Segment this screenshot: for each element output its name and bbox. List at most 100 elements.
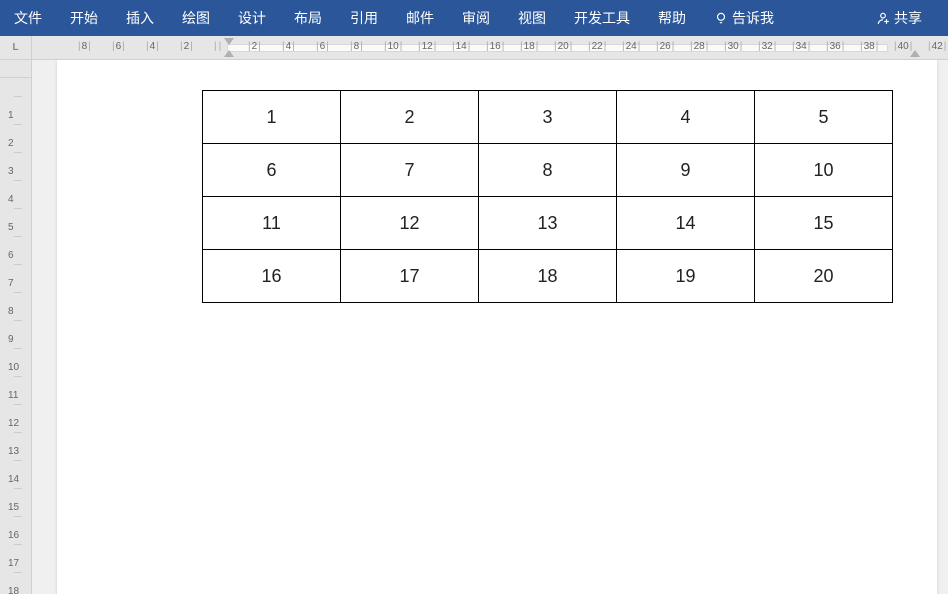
ruler-v-tick: 13: [8, 446, 19, 457]
ruler-v-tick: 1: [8, 110, 14, 121]
lightbulb-icon: [714, 11, 728, 25]
ruler-h-tick: 38: [860, 41, 878, 52]
ruler-v-dash: [14, 208, 22, 209]
ruler-v-tick: 9: [8, 334, 14, 345]
table-cell[interactable]: 7: [341, 144, 479, 197]
ruler-h-tick: 28: [690, 41, 708, 52]
ruler-h-tick: 42: [928, 41, 946, 52]
menu-label: 开始: [70, 8, 98, 28]
menu-label: 文件: [14, 8, 42, 28]
first-line-indent-marker[interactable]: [224, 38, 234, 45]
ruler-h-tick: 6: [316, 41, 329, 52]
table-cell[interactable]: 8: [479, 144, 617, 197]
table-cell[interactable]: 20: [755, 250, 893, 303]
table-cell[interactable]: 18: [479, 250, 617, 303]
ruler-v-dash: [14, 348, 22, 349]
table-cell[interactable]: 15: [755, 197, 893, 250]
share-icon: [876, 11, 890, 25]
menu-label: 审阅: [462, 8, 490, 28]
menu-home[interactable]: 开始: [56, 0, 112, 36]
table-cell[interactable]: 6: [203, 144, 341, 197]
ruler-h-tick: 16: [486, 41, 504, 52]
ruler-h-tick: 14: [452, 41, 470, 52]
table-row: 12345: [203, 91, 893, 144]
menu-label: 视图: [518, 8, 546, 28]
ruler-h-tick: 18: [520, 41, 538, 52]
ruler-v-tick: 16: [8, 530, 19, 541]
ruler-h-tick: 8: [350, 41, 363, 52]
table-row: 678910: [203, 144, 893, 197]
ruler-v-dash: [14, 264, 22, 265]
menu-help[interactable]: 帮助: [644, 0, 700, 36]
ruler-h-tick: 4: [282, 41, 295, 52]
ruler-v-dash: [14, 320, 22, 321]
ruler-v-tick: 14: [8, 474, 19, 485]
table-cell[interactable]: 3: [479, 91, 617, 144]
table-cell[interactable]: 4: [617, 91, 755, 144]
hanging-indent-marker[interactable]: [224, 50, 234, 57]
menu-review[interactable]: 审阅: [448, 0, 504, 36]
ruler-v-tick: 7: [8, 278, 14, 289]
ruler-v-tick: 2: [8, 138, 14, 149]
ruler-h-tick: [214, 41, 221, 52]
ruler-v-tick: 12: [8, 418, 19, 429]
table-cell[interactable]: 12: [341, 197, 479, 250]
ruler-h-tick: 34: [792, 41, 810, 52]
menu-file[interactable]: 文件: [0, 0, 56, 36]
main-area: 12345678910111213141516171819 1234567891…: [0, 60, 948, 594]
table-row: 1112131415: [203, 197, 893, 250]
table-cell[interactable]: 19: [617, 250, 755, 303]
ruler-v-dash: [14, 460, 22, 461]
menu-view[interactable]: 视图: [504, 0, 560, 36]
vertical-ruler[interactable]: 12345678910111213141516171819: [0, 60, 32, 594]
page-surface[interactable]: 1234567891011121314151617181920: [32, 60, 948, 594]
ruler-v-dash: [14, 544, 22, 545]
ruler-v-tick: 11: [8, 390, 18, 401]
ruler-v-tick: 3: [8, 166, 14, 177]
ruler-v-dash: [14, 432, 22, 433]
menu-label: 插入: [126, 8, 154, 28]
document-page[interactable]: 1234567891011121314151617181920: [57, 60, 937, 594]
table-cell[interactable]: 1: [203, 91, 341, 144]
menu-mailings[interactable]: 邮件: [392, 0, 448, 36]
ruler-v-tick: 4: [8, 194, 14, 205]
ruler-v-tick: 15: [8, 502, 19, 513]
ruler-h-tick: 24: [622, 41, 640, 52]
ruler-v-dash: [14, 404, 22, 405]
menu-developer[interactable]: 开发工具: [560, 0, 644, 36]
ruler-v-tick: 8: [8, 306, 14, 317]
menu-bar: 文件 开始 插入 绘图 设计 布局 引用 邮件 审阅 视图 开发工具 帮助 告诉…: [0, 0, 948, 36]
menu-tell-me[interactable]: 告诉我: [700, 0, 788, 36]
ruler-v-dash: [14, 124, 22, 125]
menu-references[interactable]: 引用: [336, 0, 392, 36]
horizontal-ruler[interactable]: 8642246810121416182022242628303234363840…: [32, 36, 948, 60]
menu-design[interactable]: 设计: [224, 0, 280, 36]
table-cell[interactable]: 13: [479, 197, 617, 250]
ruler-v-corner: [0, 60, 31, 78]
ruler-h-tick: 2: [248, 41, 261, 52]
table-cell[interactable]: 10: [755, 144, 893, 197]
table-cell[interactable]: 9: [617, 144, 755, 197]
menu-label: 布局: [294, 8, 322, 28]
menu-draw[interactable]: 绘图: [168, 0, 224, 36]
share-button[interactable]: 共享: [862, 0, 936, 36]
document-table[interactable]: 1234567891011121314151617181920: [202, 90, 893, 303]
table-cell[interactable]: 2: [341, 91, 479, 144]
ruler-v-tick: 6: [8, 250, 14, 261]
ruler-v-dash: [14, 572, 22, 573]
ruler-h-tick: 2: [180, 41, 193, 52]
ruler-h-tick: 36: [826, 41, 844, 52]
table-cell[interactable]: 11: [203, 197, 341, 250]
menu-layout[interactable]: 布局: [280, 0, 336, 36]
table-cell[interactable]: 14: [617, 197, 755, 250]
ruler-v-dash: [14, 376, 22, 377]
menu-insert[interactable]: 插入: [112, 0, 168, 36]
table-cell[interactable]: 5: [755, 91, 893, 144]
table-cell[interactable]: 17: [341, 250, 479, 303]
table-cell[interactable]: 16: [203, 250, 341, 303]
menu-label: 告诉我: [732, 8, 774, 28]
ruler-v-dash: [14, 236, 22, 237]
ruler-v-tick: 5: [8, 222, 14, 233]
menu-label: 引用: [350, 8, 378, 28]
menu-label: 设计: [238, 8, 266, 28]
